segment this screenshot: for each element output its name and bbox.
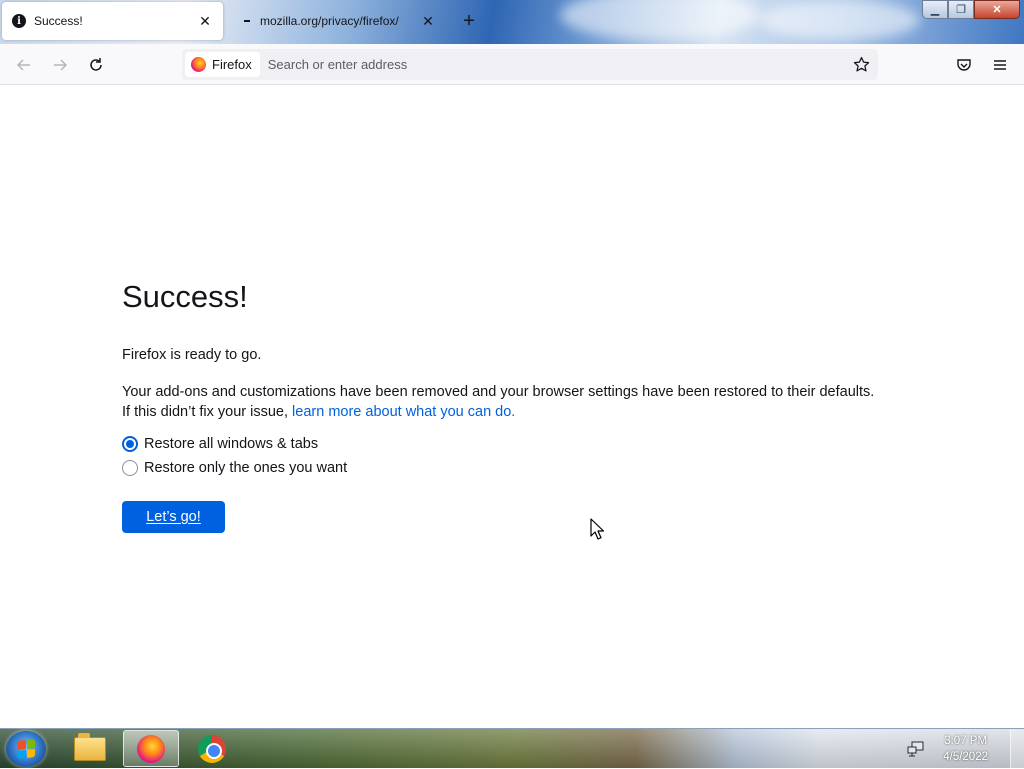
tab-success[interactable]: i Success! ✕ <box>2 2 223 40</box>
background-cloud <box>760 0 920 40</box>
tab-title: Success! <box>34 14 83 28</box>
address-bar[interactable]: Firefox Search or enter address <box>182 49 878 80</box>
description-line-2: If this didn’t fix your issue, <box>122 404 293 420</box>
new-tab-button[interactable]: + <box>458 11 480 33</box>
star-icon <box>853 56 869 72</box>
firefox-logo-icon <box>191 57 206 72</box>
restore-all-radio[interactable] <box>122 436 138 452</box>
identity-box[interactable]: Firefox <box>185 52 260 77</box>
loading-dash-icon <box>244 20 250 22</box>
tab-bar: i Success! ✕ mozilla.org/privacy/firefox… <box>0 0 1024 44</box>
pocket-button[interactable] <box>952 53 976 77</box>
lets-go-label: Let’s go! <box>146 509 201 525</box>
clock-date: 4/5/2022 <box>943 751 988 763</box>
taskbar-explorer[interactable] <box>62 730 118 767</box>
system-tray: 3:07 PM 4/5/2022 <box>907 729 1024 769</box>
firefox-icon <box>137 734 165 763</box>
lets-go-button[interactable]: Let’s go! <box>122 501 225 533</box>
mouse-cursor-icon <box>590 518 604 540</box>
show-desktop-button[interactable] <box>1010 729 1024 769</box>
background-cloud <box>560 0 760 40</box>
close-window-button[interactable]: ✕ <box>974 0 1020 19</box>
reload-button[interactable] <box>84 53 108 77</box>
info-icon: i <box>12 14 26 28</box>
identity-label: Firefox <box>212 57 252 72</box>
forward-button[interactable] <box>48 53 72 77</box>
app-menu-button[interactable] <box>988 53 1012 77</box>
pocket-icon <box>957 59 971 71</box>
windows-logo-icon <box>17 739 35 759</box>
clock-time: 3:07 PM <box>944 735 988 747</box>
clock[interactable]: 3:07 PM 4/5/2022 <box>943 733 988 765</box>
close-icon[interactable]: ✕ <box>420 13 436 29</box>
page-content: Success! Firefox is ready to go. Your ad… <box>0 85 1024 728</box>
restore-some-radio[interactable] <box>122 460 138 476</box>
arrow-right-icon <box>54 59 68 71</box>
navigation-toolbar: Firefox Search or enter address <box>0 44 1024 85</box>
restore-button[interactable]: ❐ <box>948 0 974 19</box>
taskbar: 3:07 PM 4/5/2022 <box>0 728 1024 769</box>
page-title: Success! <box>122 279 248 314</box>
arrow-left-icon <box>16 59 30 71</box>
learn-more-link[interactable]: learn more about what you can do. <box>292 404 515 420</box>
hamburger-menu-icon <box>994 60 1006 70</box>
start-button[interactable] <box>6 731 46 767</box>
address-input[interactable]: Search or enter address <box>268 57 850 72</box>
tab-mozilla-privacy[interactable]: mozilla.org/privacy/firefox/ ✕ <box>230 2 446 40</box>
restore-some-label: Restore only the ones you want <box>144 460 348 476</box>
restore-some-option[interactable]: Restore only the ones you want <box>122 460 347 476</box>
bookmark-star-button[interactable] <box>850 54 872 76</box>
close-icon[interactable]: ✕ <box>197 13 213 29</box>
restore-all-label: Restore all windows & tabs <box>144 436 319 452</box>
description: Your add-ons and customizations have bee… <box>122 382 922 422</box>
description-line-1: Your add-ons and customizations have bee… <box>122 384 875 400</box>
reload-icon <box>90 58 102 71</box>
tab-title: mozilla.org/privacy/firefox/ <box>260 14 399 28</box>
window-controls: ▁ ❐ ✕ <box>922 0 1020 19</box>
back-button[interactable] <box>12 53 36 77</box>
ready-text: Firefox is ready to go. <box>122 347 262 363</box>
chrome-icon <box>198 734 226 763</box>
network-icon[interactable] <box>907 741 925 757</box>
taskbar-firefox[interactable] <box>123 730 179 767</box>
folder-icon <box>74 732 106 761</box>
restore-all-option[interactable]: Restore all windows & tabs <box>122 436 318 452</box>
taskbar-chrome[interactable] <box>184 730 240 767</box>
minimize-button[interactable]: ▁ <box>922 0 948 19</box>
